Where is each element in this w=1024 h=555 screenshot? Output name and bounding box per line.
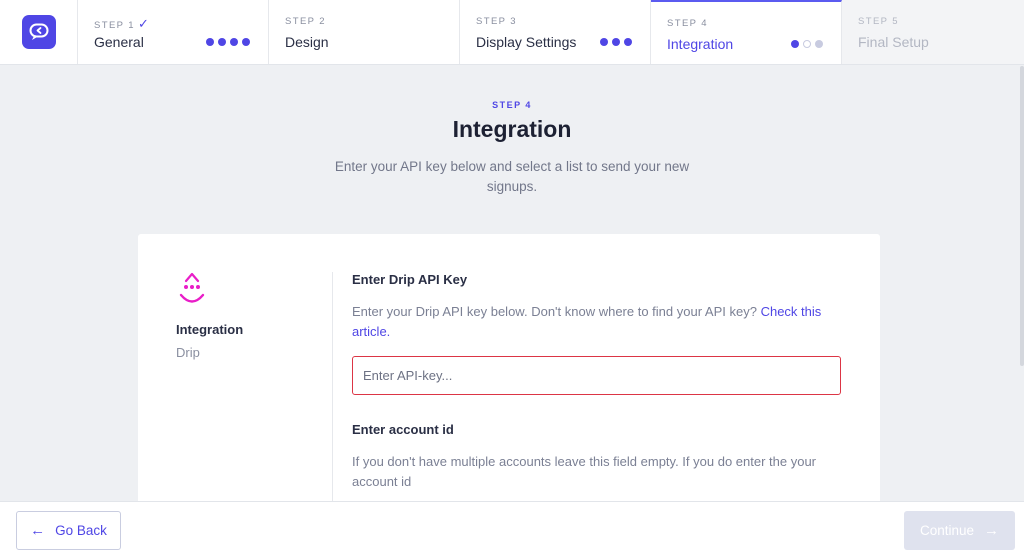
drip-logo-icon xyxy=(176,270,208,310)
step-name: General xyxy=(94,34,144,50)
step-label: STEP 4 xyxy=(667,18,708,29)
progress-dots xyxy=(600,38,632,46)
arrow-right-icon: → xyxy=(984,522,1000,539)
account-id-title: Enter account id xyxy=(352,422,454,437)
step-display-settings[interactable]: STEP 3 Display Settings xyxy=(460,0,651,64)
go-back-button[interactable]: ← Go Back xyxy=(16,511,121,550)
step-design[interactable]: STEP 2 Design xyxy=(269,0,460,64)
page-subtitle: Enter your API key below and select a li… xyxy=(334,159,690,194)
arrow-left-icon: ← xyxy=(30,522,46,539)
step-final-setup[interactable]: STEP 5 Final Setup xyxy=(842,0,1024,64)
api-key-description: Enter your Drip API key below. Don't kno… xyxy=(352,304,822,339)
step-name: Integration xyxy=(667,36,734,52)
step-name: Display Settings xyxy=(476,34,577,50)
account-id-description: If you don't have multiple accounts leav… xyxy=(352,454,817,489)
footer-bar: ← Go Back Continue → xyxy=(0,501,1024,555)
go-back-label: Go Back xyxy=(55,523,107,538)
steps-bar: STEP 1 ✓ General STEP 2 Design STEP 3 Dis… xyxy=(0,0,1024,65)
logo-cell[interactable] xyxy=(0,0,78,64)
step-name: Design xyxy=(285,34,329,50)
api-key-input[interactable] xyxy=(352,356,841,395)
chat-bubble-back-icon[interactable] xyxy=(21,15,56,49)
step-general[interactable]: STEP 1 ✓ General xyxy=(78,0,269,64)
api-key-title: Enter Drip API Key xyxy=(352,272,468,287)
step-label: STEP 1 ✓ xyxy=(94,16,149,31)
integration-summary: Integration Drip xyxy=(176,270,296,360)
step-kicker: STEP 4 xyxy=(492,100,532,110)
card-divider xyxy=(332,272,333,532)
step-integration[interactable]: STEP 4 Integration xyxy=(651,0,842,64)
step-label: STEP 3 xyxy=(476,16,517,27)
checkmark-icon: ✓ xyxy=(137,16,149,31)
integration-title: Integration xyxy=(176,322,244,337)
continue-button[interactable]: Continue → xyxy=(904,511,1015,550)
page-title: Integration xyxy=(452,116,572,142)
progress-dots xyxy=(206,38,250,46)
integration-provider: Drip xyxy=(176,345,200,360)
integration-form: Enter Drip API Key Enter your Drip API k… xyxy=(352,272,842,492)
progress-dots xyxy=(791,40,823,48)
continue-label: Continue xyxy=(919,523,975,538)
step-label: STEP 5 xyxy=(858,16,899,27)
step-label: STEP 2 xyxy=(285,16,326,27)
page-header: STEP 4 Integration Enter your API key be… xyxy=(0,100,1024,197)
integration-card: Integration Drip Enter Drip API Key Ente… xyxy=(138,234,880,532)
step-name: Final Setup xyxy=(858,34,929,50)
